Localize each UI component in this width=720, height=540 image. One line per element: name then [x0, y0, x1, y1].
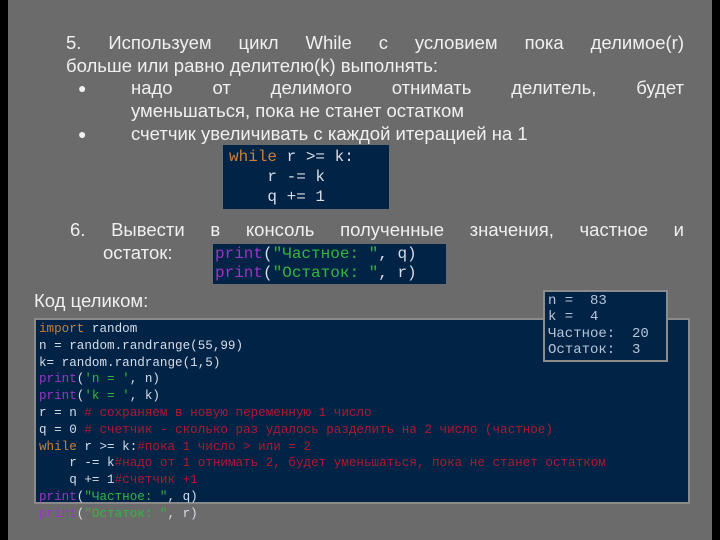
- bullet-item-1-line2: уменьшаться, пока не станет остатком: [131, 100, 464, 121]
- step5-heading-line2: больше или равно делителю(k) выполнять:: [66, 55, 439, 76]
- bullet-icon: ●: [78, 80, 87, 96]
- code-comment: #надо от 1 отнимать 2, будет уменьшаться…: [114, 456, 606, 471]
- code-line: n = random.randrange(55,99): [39, 338, 244, 353]
- code-line: q += 1: [229, 188, 326, 206]
- code-line: r -= k: [229, 168, 326, 186]
- code-text: , q): [378, 245, 417, 263]
- code-text: r = n: [39, 405, 85, 420]
- code-builtin: print: [215, 264, 264, 282]
- code-builtin: print: [215, 245, 264, 263]
- code-builtin: print: [39, 506, 77, 521]
- bullet-icon: ●: [78, 126, 87, 142]
- code-text: , q): [167, 489, 198, 504]
- code-text: (: [263, 245, 273, 263]
- code-text: , r): [167, 506, 198, 521]
- code-string: "Остаток: ": [84, 506, 168, 521]
- code-comment: #пока 1 число > или = 2: [137, 439, 312, 454]
- code-keyword: while: [229, 148, 278, 166]
- output-line: n = 83: [548, 293, 607, 309]
- code-keyword: while: [39, 439, 77, 454]
- code-text: , n): [129, 372, 160, 387]
- bullet-item-2: ● счетчик увеличивать с каждой итерацией…: [78, 123, 528, 145]
- slide: 5. Используем цикл While с условием пока…: [8, 0, 712, 540]
- code-text: q = 0: [39, 422, 85, 437]
- print-code-snippet: print("Частное: ", q) print("Остаток: ",…: [213, 244, 446, 284]
- output-line: Остаток: 3: [548, 342, 641, 359]
- full-code-label: Код целиком:: [34, 290, 149, 311]
- step5-heading-line1: 5. Используем цикл While с условием пока…: [66, 32, 684, 53]
- console-output: n = 83 k = 4 Частное: 20 Остаток: 3: [543, 290, 668, 362]
- code-text: (: [263, 264, 273, 282]
- code-text: r -= k: [39, 456, 115, 471]
- code-string: 'n = ': [84, 372, 130, 387]
- code-builtin: print: [39, 489, 77, 504]
- step6-heading-line1: 6. Вывести в консоль полученные значения…: [70, 219, 684, 240]
- code-keyword: import: [39, 322, 85, 336]
- output-line: Частное: 20: [548, 325, 649, 342]
- code-text: r >= k:: [277, 148, 354, 166]
- code-builtin: print: [39, 372, 77, 387]
- while-code-snippet: while r >= k: r -= k q += 1: [223, 145, 389, 209]
- code-text: random: [84, 322, 138, 336]
- code-text: r >= k:: [76, 439, 138, 454]
- code-line: k= random.randrange(1,5): [39, 355, 221, 370]
- code-comment: #счетчик +1: [114, 473, 198, 488]
- code-builtin: print: [39, 389, 77, 404]
- bullet-item-2-text: счетчик увеличивать с каждой итерацией н…: [131, 123, 528, 144]
- code-string: "Остаток: ": [272, 264, 379, 282]
- code-string: "Частное: ": [84, 489, 168, 504]
- code-comment: # сохраняем в новую переменную 1 число: [84, 405, 372, 420]
- bullet-item-1-line1: надо от делимого отнимать делитель, буде…: [131, 77, 684, 98]
- code-text: q += 1: [39, 473, 115, 488]
- code-text: , r): [378, 264, 417, 282]
- code-string: 'k = ': [84, 389, 130, 404]
- bullet-item-1: ● надо от делимого отнимать делитель, бу…: [78, 77, 684, 99]
- code-comment: # счетчик - сколько раз удалось разделит…: [84, 422, 553, 437]
- output-line: k = 4: [548, 309, 599, 326]
- code-text: , k): [129, 389, 160, 404]
- step6-heading-line2: остаток:: [103, 242, 173, 263]
- code-string: "Частное: ": [272, 245, 379, 263]
